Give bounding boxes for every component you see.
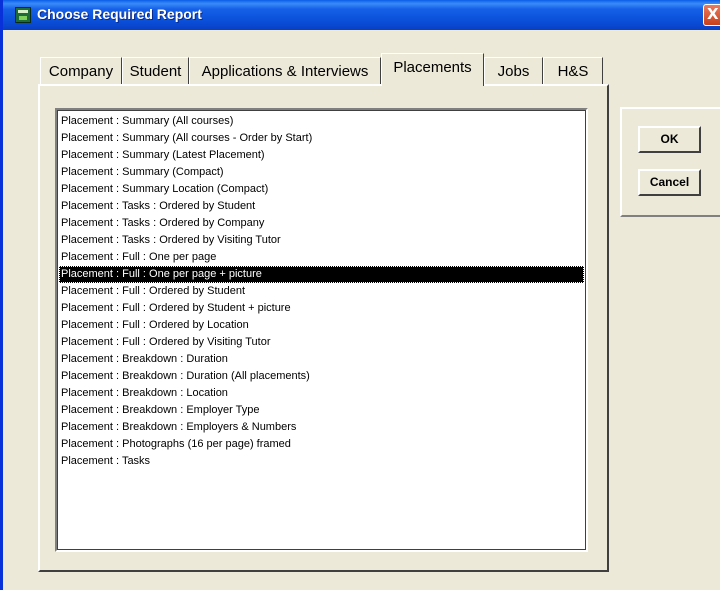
report-list-item[interactable]: Placement : Summary Location (Compact) bbox=[59, 181, 584, 198]
report-list-item[interactable]: Placement : Full : Ordered by Location bbox=[59, 317, 584, 334]
close-icon: X bbox=[707, 5, 719, 23]
report-list-item[interactable]: Placement : Full : Ordered by Student + … bbox=[59, 300, 584, 317]
action-buttons-frame: OK Cancel bbox=[620, 107, 720, 217]
tab-hs[interactable]: H&S bbox=[543, 57, 603, 85]
report-list-item[interactable]: Placement : Breakdown : Location bbox=[59, 385, 584, 402]
placements-tab-panel: Placement : Summary (All courses) Placeme… bbox=[38, 84, 609, 572]
report-list-item[interactable]: Placement : Summary (All courses) bbox=[59, 113, 584, 130]
report-list-item[interactable]: Placement : Tasks : Ordered by Student bbox=[59, 198, 584, 215]
report-dialog: Choose Required Report X Company Student… bbox=[0, 0, 720, 590]
report-list-item[interactable]: Placement : Full : One per page bbox=[59, 249, 584, 266]
report-list-item[interactable]: Placement : Full : Ordered by Student bbox=[59, 283, 584, 300]
app-icon bbox=[15, 7, 31, 23]
ok-button[interactable]: OK bbox=[638, 126, 701, 153]
report-list-item[interactable]: Placement : Photographs (16 per page) fr… bbox=[59, 436, 584, 453]
report-list-item[interactable]: Placement : Tasks : Ordered by Visiting … bbox=[59, 232, 584, 249]
tab-placements[interactable]: Placements bbox=[381, 53, 484, 86]
tab-applications-interviews[interactable]: Applications & Interviews bbox=[189, 57, 381, 85]
report-list-item[interactable]: Placement : Breakdown : Duration (All pl… bbox=[59, 368, 584, 385]
report-listbox[interactable]: Placement : Summary (All courses) Placeme… bbox=[55, 108, 588, 552]
report-list-item[interactable]: Placement : Full : One per page + pictur… bbox=[59, 266, 584, 283]
report-list-item[interactable]: Placement : Breakdown : Duration bbox=[59, 351, 584, 368]
close-button[interactable]: X bbox=[703, 4, 720, 26]
cancel-button[interactable]: Cancel bbox=[638, 169, 701, 196]
report-list-item[interactable]: Placement : Breakdown : Employers & Numb… bbox=[59, 419, 584, 436]
report-list: Placement : Summary (All courses) Placeme… bbox=[59, 113, 584, 470]
report-list-item[interactable]: Placement : Summary (Latest Placement) bbox=[59, 147, 584, 164]
tab-jobs[interactable]: Jobs bbox=[484, 57, 543, 85]
window-title: Choose Required Report bbox=[37, 6, 202, 22]
report-list-item[interactable]: Placement : Full : Ordered by Visiting T… bbox=[59, 334, 584, 351]
title-bar[interactable]: Choose Required Report X bbox=[3, 0, 720, 30]
tab-student[interactable]: Student bbox=[122, 57, 189, 85]
report-list-item[interactable]: Placement : Tasks : Ordered by Company bbox=[59, 215, 584, 232]
report-list-item[interactable]: Placement : Tasks bbox=[59, 453, 584, 470]
report-list-item[interactable]: Placement : Summary (All courses - Order… bbox=[59, 130, 584, 147]
report-list-item[interactable]: Placement : Breakdown : Employer Type bbox=[59, 402, 584, 419]
report-list-item[interactable]: Placement : Summary (Compact) bbox=[59, 164, 584, 181]
tab-company[interactable]: Company bbox=[40, 57, 122, 85]
